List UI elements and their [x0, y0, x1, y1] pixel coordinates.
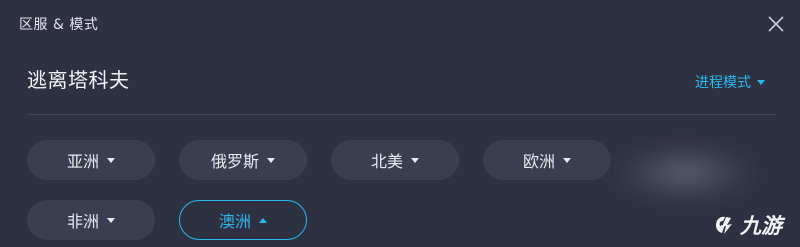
region-button-north-america[interactable]: 北美: [331, 140, 459, 180]
chevron-down-icon: [563, 157, 571, 163]
region-label: 俄罗斯: [210, 152, 259, 171]
blurred-region: [610, 138, 760, 208]
chevron-down-icon: [107, 157, 115, 163]
divider: [27, 114, 775, 115]
region-label: 欧洲: [522, 152, 555, 171]
chevron-down-icon: [411, 157, 419, 163]
game-title: 逃离塔科夫: [27, 68, 130, 92]
region-button-australia[interactable]: 澳洲: [179, 200, 307, 240]
region-button-europe[interactable]: 欧洲: [483, 140, 611, 180]
region-label: 非洲: [66, 212, 99, 231]
chevron-up-icon: [259, 217, 267, 223]
chevron-down-icon: [107, 217, 115, 223]
mode-dropdown-label: 进程模式: [695, 75, 751, 91]
mode-dropdown[interactable]: 进程模式: [695, 72, 765, 92]
watermark-logo: 九游: [712, 210, 782, 240]
close-icon: [768, 16, 784, 32]
watermark-icon: [716, 216, 732, 234]
region-label: 澳洲: [218, 212, 251, 231]
close-button[interactable]: [766, 14, 786, 34]
chevron-down-icon: [757, 79, 765, 85]
region-label: 亚洲: [66, 152, 99, 171]
region-label: 北美: [370, 152, 403, 171]
region-button-asia[interactable]: 亚洲: [27, 140, 155, 180]
dialog-title: 区服 & 模式: [19, 17, 99, 33]
chevron-down-icon: [267, 157, 275, 163]
watermark-text: 九游: [740, 214, 782, 238]
region-button-russia[interactable]: 俄罗斯: [179, 140, 307, 180]
region-button-africa[interactable]: 非洲: [27, 200, 155, 240]
